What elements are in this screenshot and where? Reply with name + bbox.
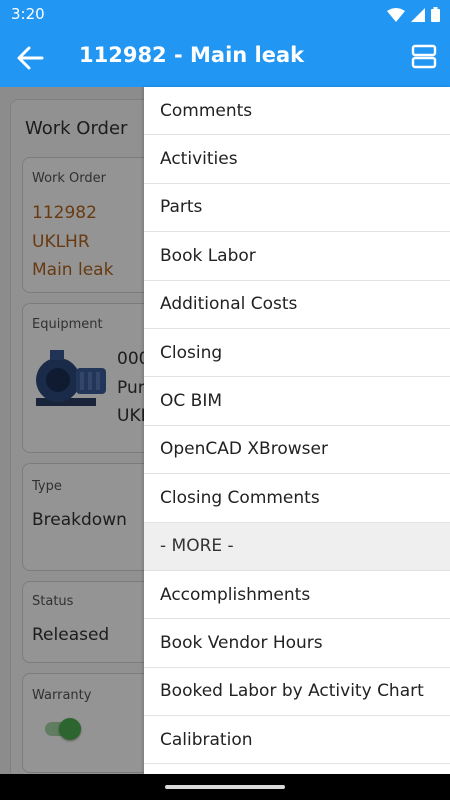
overflow-menu: Comments Activities Parts Book Labor Add… [144, 87, 450, 774]
stacked-menu-icon [411, 44, 437, 69]
menu-item-calibration[interactable]: Calibration [144, 716, 450, 765]
arrow-left-icon [17, 46, 44, 70]
app-bar: 112982 - Main leak [0, 28, 450, 87]
menu-item-opencad-xbrowser[interactable]: OpenCAD XBrowser [144, 426, 450, 475]
menu-button[interactable] [409, 43, 439, 71]
status-bar: 3:20 [0, 0, 450, 28]
menu-item-book-labor[interactable]: Book Labor [144, 232, 450, 281]
back-button[interactable] [14, 42, 46, 74]
status-time: 3:20 [11, 5, 45, 23]
menu-item-activities[interactable]: Activities [144, 135, 450, 184]
menu-item-booked-labor-chart[interactable]: Booked Labor by Activity Chart [144, 668, 450, 717]
page-title: 112982 - Main leak [79, 43, 305, 67]
status-icons [387, 7, 440, 22]
menu-item-additional-costs[interactable]: Additional Costs [144, 281, 450, 329]
system-nav-bar [0, 774, 450, 800]
menu-item-oc-bim[interactable]: OC BIM [144, 377, 450, 426]
menu-item-parts[interactable]: Parts [144, 184, 450, 233]
wifi-icon [387, 7, 405, 22]
menu-item-closing-comments[interactable]: Closing Comments [144, 474, 450, 523]
menu-item-book-vendor-hours[interactable]: Book Vendor Hours [144, 619, 450, 668]
menu-item-closing[interactable]: Closing [144, 329, 450, 378]
menu-item-comments[interactable]: Comments [144, 87, 450, 136]
menu-item-accomplishments[interactable]: Accomplishments [144, 571, 450, 620]
battery-icon [431, 7, 440, 22]
menu-more-divider: - MORE - [144, 522, 450, 571]
home-gesture-handle[interactable] [165, 785, 285, 789]
signal-icon [411, 7, 425, 22]
